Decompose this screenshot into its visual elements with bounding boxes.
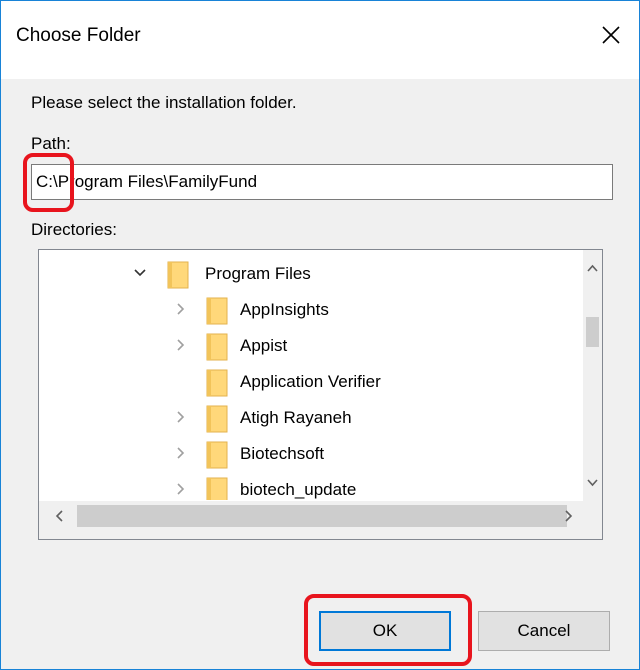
tree-item[interactable]: AppInsights [39,293,585,327]
directory-tree-list: Program Files AppInsights Appist Applicatio… [39,250,585,500]
tree-item-label: Biotechsoft [240,444,325,463]
choose-folder-dialog: Choose Folder Please select the installa… [0,0,640,670]
vertical-scrollbar[interactable] [583,250,602,502]
tree-item-label: Program Files [205,264,311,283]
tree-item-label: Atigh Rayaneh [240,408,352,427]
dialog-title: Choose Folder [16,25,141,46]
tree-item[interactable]: Program Files [39,257,585,291]
horizontal-scroll-thumb[interactable] [77,505,567,527]
folder-icon [206,369,228,397]
folder-icon [206,333,228,361]
chevron-right-icon[interactable] [174,410,188,424]
tree-item[interactable]: Application Verifier [39,365,585,399]
scroll-up-icon[interactable] [586,262,599,275]
vertical-scroll-thumb[interactable] [586,317,599,347]
instruction-text: Please select the installation folder. [31,93,297,112]
title-bar: Choose Folder [1,1,639,79]
chevron-right-icon[interactable] [174,302,188,316]
path-label: Path: [31,134,71,153]
folder-icon [206,477,228,500]
tree-item-label: AppInsights [240,300,329,319]
path-input[interactable] [31,164,613,200]
scroll-left-icon[interactable] [53,508,66,524]
cancel-button[interactable]: Cancel [478,611,610,651]
chevron-down-icon[interactable] [133,266,147,280]
tree-item[interactable]: Appist [39,329,585,363]
scrollbar-corner [583,501,602,539]
chevron-right-icon[interactable] [174,338,188,352]
close-icon [602,26,620,44]
chevron-right-icon[interactable] [174,482,188,496]
tree-item[interactable]: Atigh Rayaneh [39,401,585,435]
folder-icon [206,441,228,469]
ok-button[interactable]: OK [319,611,451,651]
close-button[interactable] [583,11,639,59]
tree-item-label: Application Verifier [240,372,381,391]
directory-tree[interactable]: Program Files AppInsights Appist Applicatio… [38,249,603,540]
scroll-down-icon[interactable] [586,476,599,489]
chevron-right-icon[interactable] [174,446,188,460]
folder-icon [167,261,189,289]
tree-item-label: biotech_update [240,480,357,499]
horizontal-scrollbar[interactable] [39,501,585,539]
folder-icon [206,405,228,433]
tree-item[interactable]: Biotechsoft [39,437,585,471]
directories-label: Directories: [31,220,117,239]
tree-item-label: Appist [240,336,288,355]
tree-item[interactable]: biotech_update [39,473,585,500]
folder-icon [206,297,228,325]
scroll-right-icon[interactable] [562,508,575,524]
